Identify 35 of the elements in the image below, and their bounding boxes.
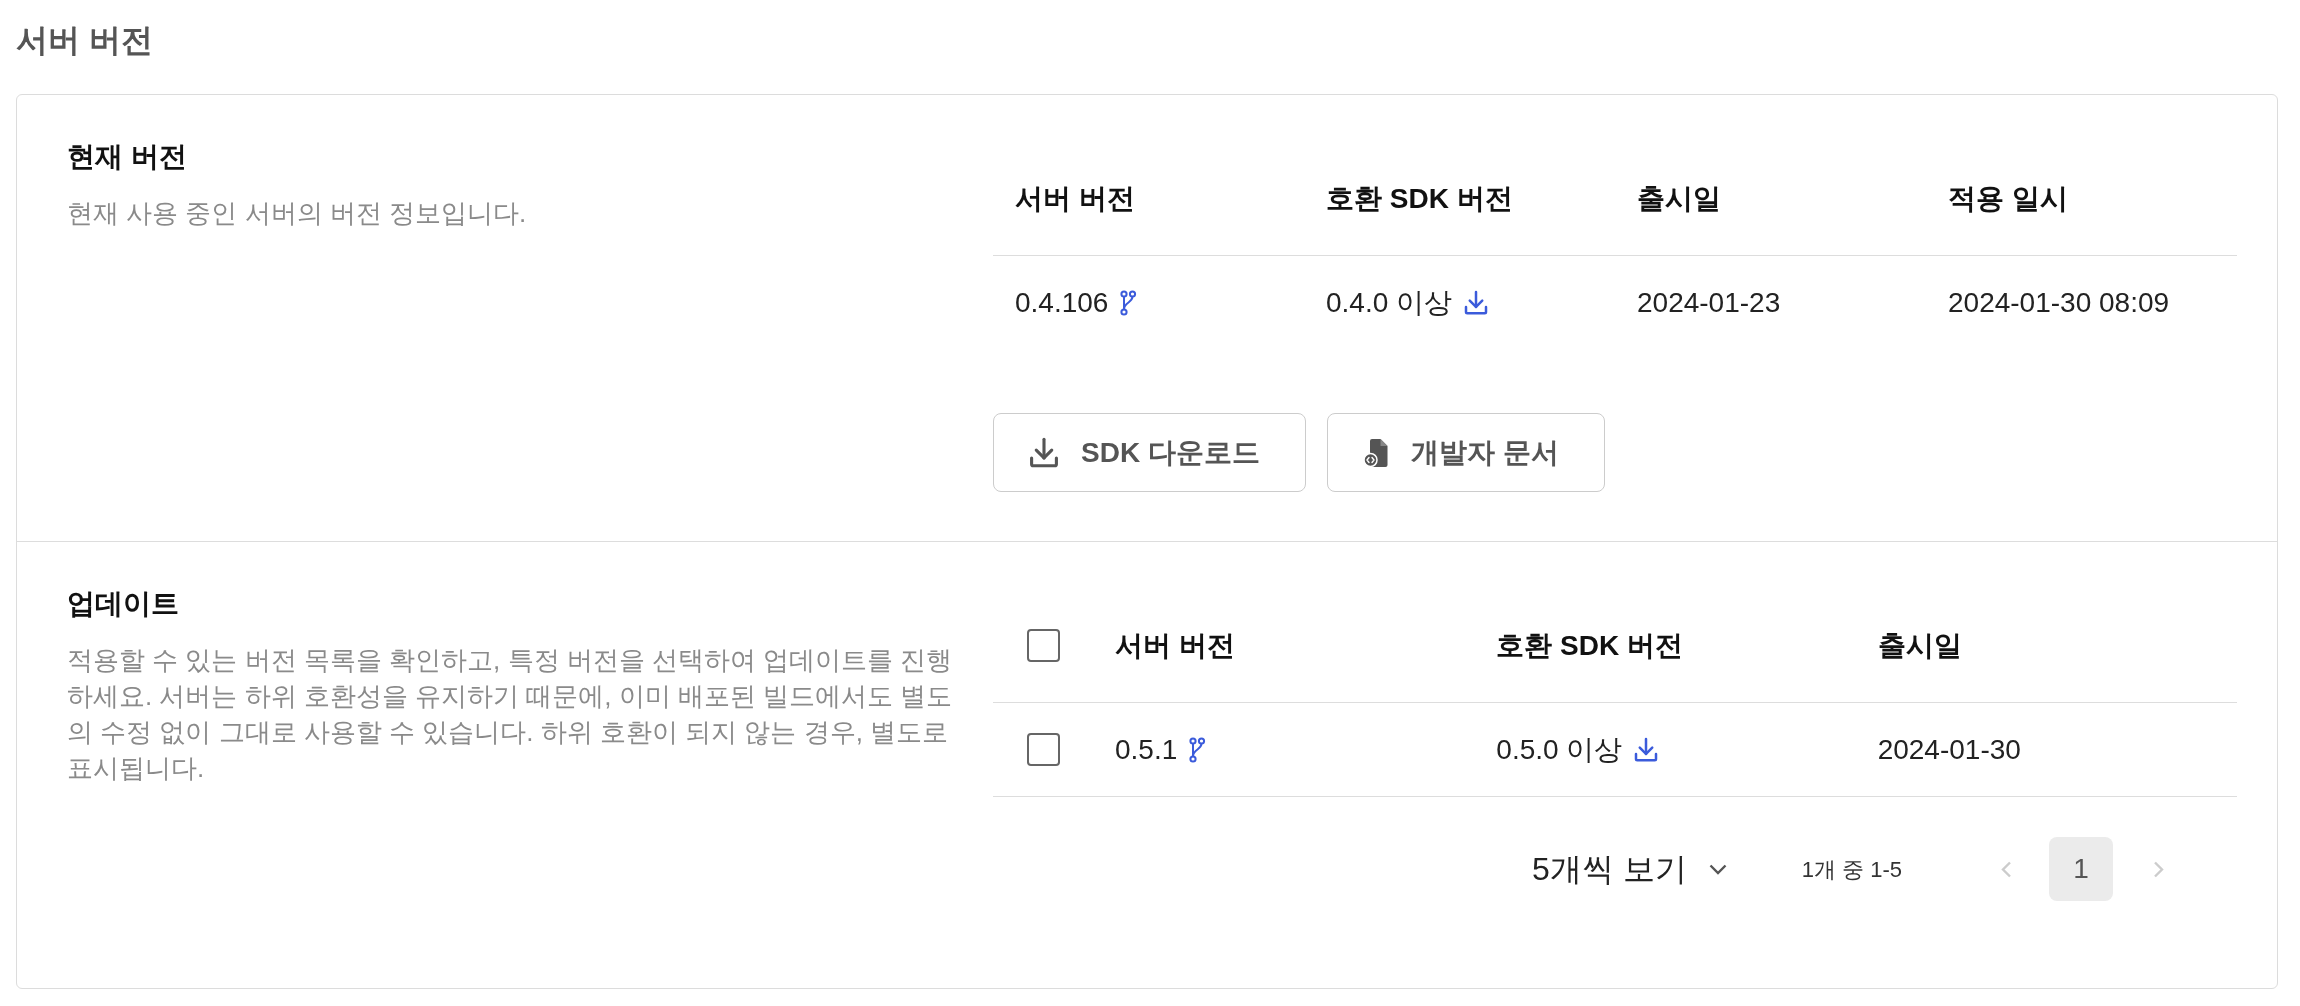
page-title: 서버 버전: [16, 21, 153, 60]
chevron-right-icon: [2152, 860, 2164, 878]
download-icon[interactable]: [1464, 290, 1489, 315]
checkbox[interactable]: [1026, 733, 1060, 766]
chevron-left-icon: [2000, 860, 2012, 878]
column-header: 서버 버전: [1014, 181, 1136, 216]
section-heading: 현재 버전: [67, 140, 187, 174]
table-cell-text: 2024-01-30 08:09: [1948, 285, 2170, 320]
checkbox[interactable]: [1026, 629, 1060, 662]
document-code-icon: [1362, 437, 1389, 468]
table-cell-text: 2024-01-30: [1877, 732, 2021, 767]
column-header: 서버 버전: [1114, 628, 1236, 663]
developer-docs-button[interactable]: 개발자 문서: [1326, 413, 1605, 492]
column-header: 적용 일시: [1947, 181, 2069, 216]
column-header: 출시일: [1876, 628, 1963, 663]
branch-icon[interactable]: [1189, 736, 1207, 763]
table-cell-text: 0.5.1: [1115, 732, 1178, 767]
branch-icon[interactable]: [1120, 289, 1138, 316]
table-cell-text: 0.5.0 이상: [1496, 732, 1623, 767]
page-range: 1개 중 1-5: [1801, 855, 1902, 884]
section-heading: 업데이트: [67, 587, 179, 621]
table-cell-text: 0.4.106: [1015, 285, 1109, 320]
column-header: 호환 SDK 버전: [1495, 628, 1684, 663]
page-size-select[interactable]: 5개씩 보기: [1532, 845, 1727, 893]
section-description: 현재 사용 중인 서버의 버전 정보입니다.: [67, 197, 528, 230]
sdk-download-button[interactable]: SDK 다운로드: [993, 413, 1306, 492]
download-icon[interactable]: [1634, 737, 1659, 762]
download-icon: [1029, 437, 1059, 468]
section-description: 적용할 수 있는 버전 목록을 확인하고, 특정 버전을 선택하여 업데이트를 진행하세요. 서버는 하위 호환성을 유지하기 때문에, 이미 배포된 빌드에서도 별도의 수정 없이 그대로 사용할 수 있습니다. 하위 호환이 되지 않는 경우, 별도로 표시됩니다.: [67, 644, 954, 785]
chevron-down-icon: [1708, 863, 1727, 875]
table-cell-text: 2024-01-23: [1637, 285, 1781, 320]
column-header: 출시일: [1636, 181, 1722, 216]
table-cell-text: 0.4.0 이상: [1326, 285, 1453, 320]
column-header: 호환 SDK 버전: [1325, 181, 1514, 216]
page-button[interactable]: 1: [2049, 837, 2113, 901]
